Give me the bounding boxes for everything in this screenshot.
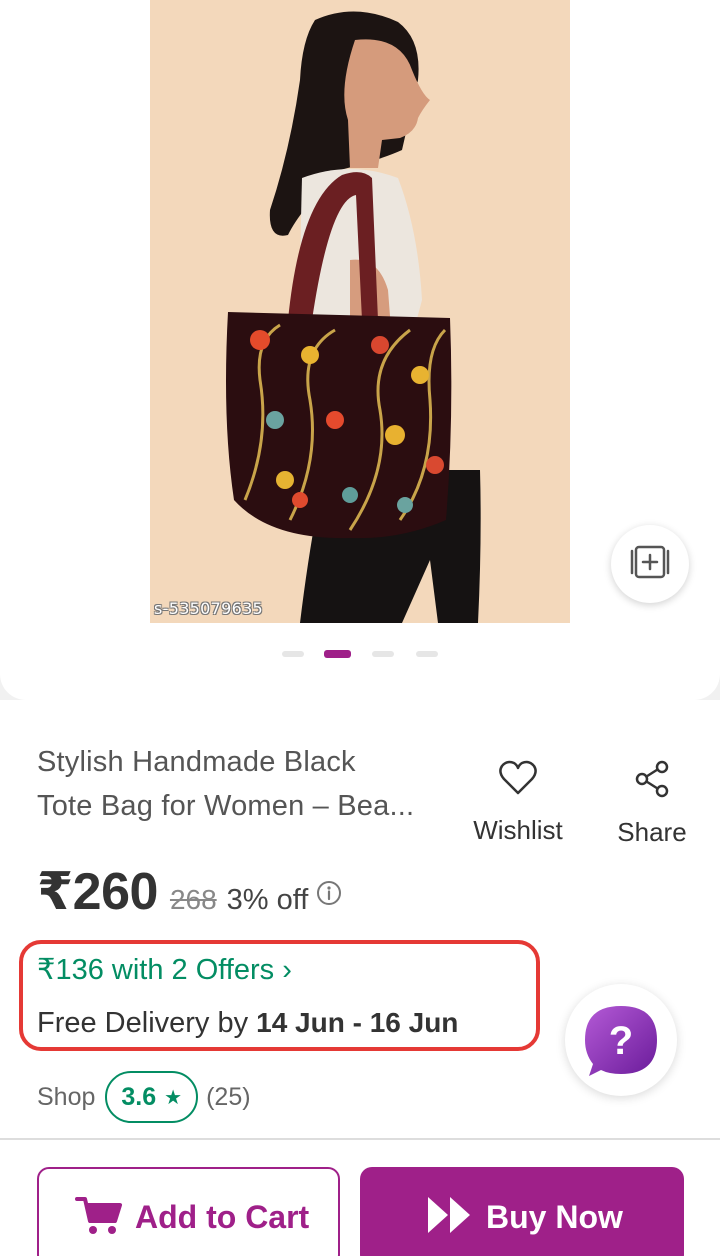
gallery-card: s-535079635 bbox=[0, 0, 720, 700]
product-title-line-2: Tote Bag for Women – Bea... bbox=[37, 790, 415, 822]
share-icon bbox=[634, 760, 670, 803]
wishlist-label: Wishlist bbox=[473, 815, 563, 845]
heart-icon bbox=[498, 760, 538, 801]
rating-count: (25) bbox=[206, 1082, 251, 1111]
bottom-divider bbox=[0, 1138, 720, 1140]
carousel-dot[interactable] bbox=[416, 651, 438, 657]
rating-value: 3.6 bbox=[121, 1082, 157, 1111]
help-icon: ? bbox=[565, 1006, 677, 1100]
delivery-info: Free Delivery by 14 Jun - 16 Jun bbox=[37, 1007, 458, 1040]
selling-price: ₹260 bbox=[37, 863, 158, 921]
help-button[interactable]: ? bbox=[565, 984, 677, 1096]
image-gallery: s-535079635 bbox=[0, 0, 720, 700]
add-to-cart-label: Add to Cart bbox=[135, 1198, 310, 1235]
wishlist-button[interactable]: Wishlist bbox=[467, 760, 569, 846]
carousel-dot[interactable] bbox=[372, 651, 394, 657]
info-icon[interactable] bbox=[316, 880, 342, 911]
compare-button[interactable] bbox=[611, 525, 689, 603]
carousel-dot[interactable] bbox=[282, 651, 304, 657]
shop-rating-row: Shop 3.6 ★ (25) bbox=[37, 1071, 251, 1123]
cart-icon bbox=[75, 1193, 123, 1242]
discount-percent: 3% off bbox=[226, 884, 309, 916]
offers-link[interactable]: ₹136 with 2 Offers › bbox=[37, 952, 292, 987]
product-image[interactable] bbox=[150, 0, 570, 623]
share-button[interactable]: Share bbox=[612, 760, 692, 848]
rating-badge[interactable]: 3.6 ★ bbox=[105, 1071, 199, 1123]
mrp-price: 268 bbox=[169, 884, 217, 915]
svg-text:?: ? bbox=[609, 1019, 633, 1063]
star-icon: ★ bbox=[164, 1086, 183, 1109]
delivery-date: 14 Jun - 16 Jun bbox=[256, 1007, 459, 1038]
fast-forward-icon bbox=[426, 1195, 472, 1240]
carousel-dot-active[interactable] bbox=[324, 650, 351, 658]
product-title-line-1: Stylish Handmade Black bbox=[37, 746, 356, 778]
price-row: ₹260 268 3% off bbox=[37, 862, 342, 922]
buy-now-label: Buy Now bbox=[486, 1198, 623, 1235]
carousel-indicator bbox=[0, 649, 720, 661]
sku-watermark: s-535079635 bbox=[154, 599, 264, 618]
share-label: Share bbox=[617, 817, 687, 847]
delivery-prefix: Free Delivery by bbox=[37, 1007, 249, 1039]
buy-now-button[interactable]: Buy Now bbox=[360, 1167, 684, 1256]
compare-icon bbox=[627, 542, 673, 587]
product-title: Stylish Handmade Black Tote Bag for Wome… bbox=[37, 740, 447, 828]
shop-label: Shop bbox=[37, 1082, 96, 1111]
add-to-cart-button[interactable]: Add to Cart bbox=[37, 1167, 340, 1256]
